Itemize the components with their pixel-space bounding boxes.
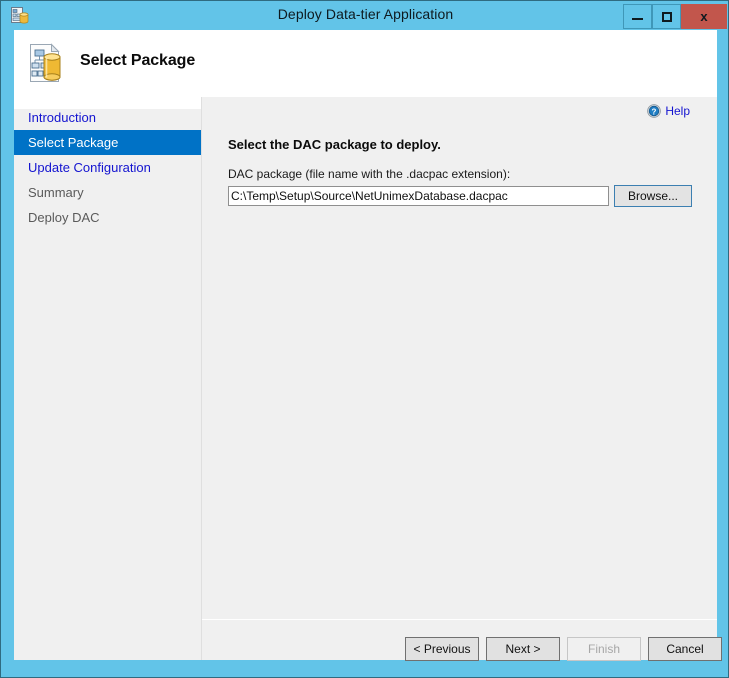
page-header: Select Package [14,30,717,97]
close-icon: x [700,9,707,24]
finish-button: Finish [567,637,641,661]
minimize-button[interactable] [623,4,652,29]
help-label: Help [665,104,690,118]
sidebar-item-select-package[interactable]: Select Package [14,130,201,155]
previous-button[interactable]: < Previous [405,637,479,661]
help-link[interactable]: ? Help [647,104,690,118]
dac-package-label: DAC package (file name with the .dacpac … [228,167,510,181]
maximize-icon [662,12,672,22]
sidebar-item-introduction[interactable]: Introduction [14,105,201,130]
page-title: Select Package [80,52,195,70]
minimize-icon [632,18,643,20]
wizard-sidebar: Introduction Select Package Update Confi… [14,97,202,660]
close-button[interactable]: x [681,4,727,29]
deploy-data-tier-application-window: Deploy Data-tier Application x [0,0,729,678]
svg-text:?: ? [652,107,657,116]
dialog-footer: < Previous Next > Finish Cancel [202,620,717,660]
dac-package-icon [24,41,68,85]
sidebar-item-update-configuration[interactable]: Update Configuration [14,155,201,180]
browse-button[interactable]: Browse... [614,185,692,207]
dac-package-path-input[interactable] [228,186,609,206]
window-title: Deploy Data-tier Application [2,6,729,22]
help-circle-icon: ? [647,104,661,118]
cancel-button[interactable]: Cancel [648,637,722,661]
maximize-button[interactable] [652,4,681,29]
title-bar: Deploy Data-tier Application x [2,2,729,30]
sidebar-item-summary: Summary [14,180,201,205]
wizard-steps-list: Introduction Select Package Update Confi… [14,105,201,230]
next-button[interactable]: Next > [486,637,560,661]
content-pane: ? Help Select the DAC package to deploy.… [202,97,717,619]
content-heading: Select the DAC package to deploy. [228,137,441,152]
sidebar-item-deploy-dac: Deploy DAC [14,205,201,230]
dialog-body: Introduction Select Package Update Confi… [14,97,717,660]
